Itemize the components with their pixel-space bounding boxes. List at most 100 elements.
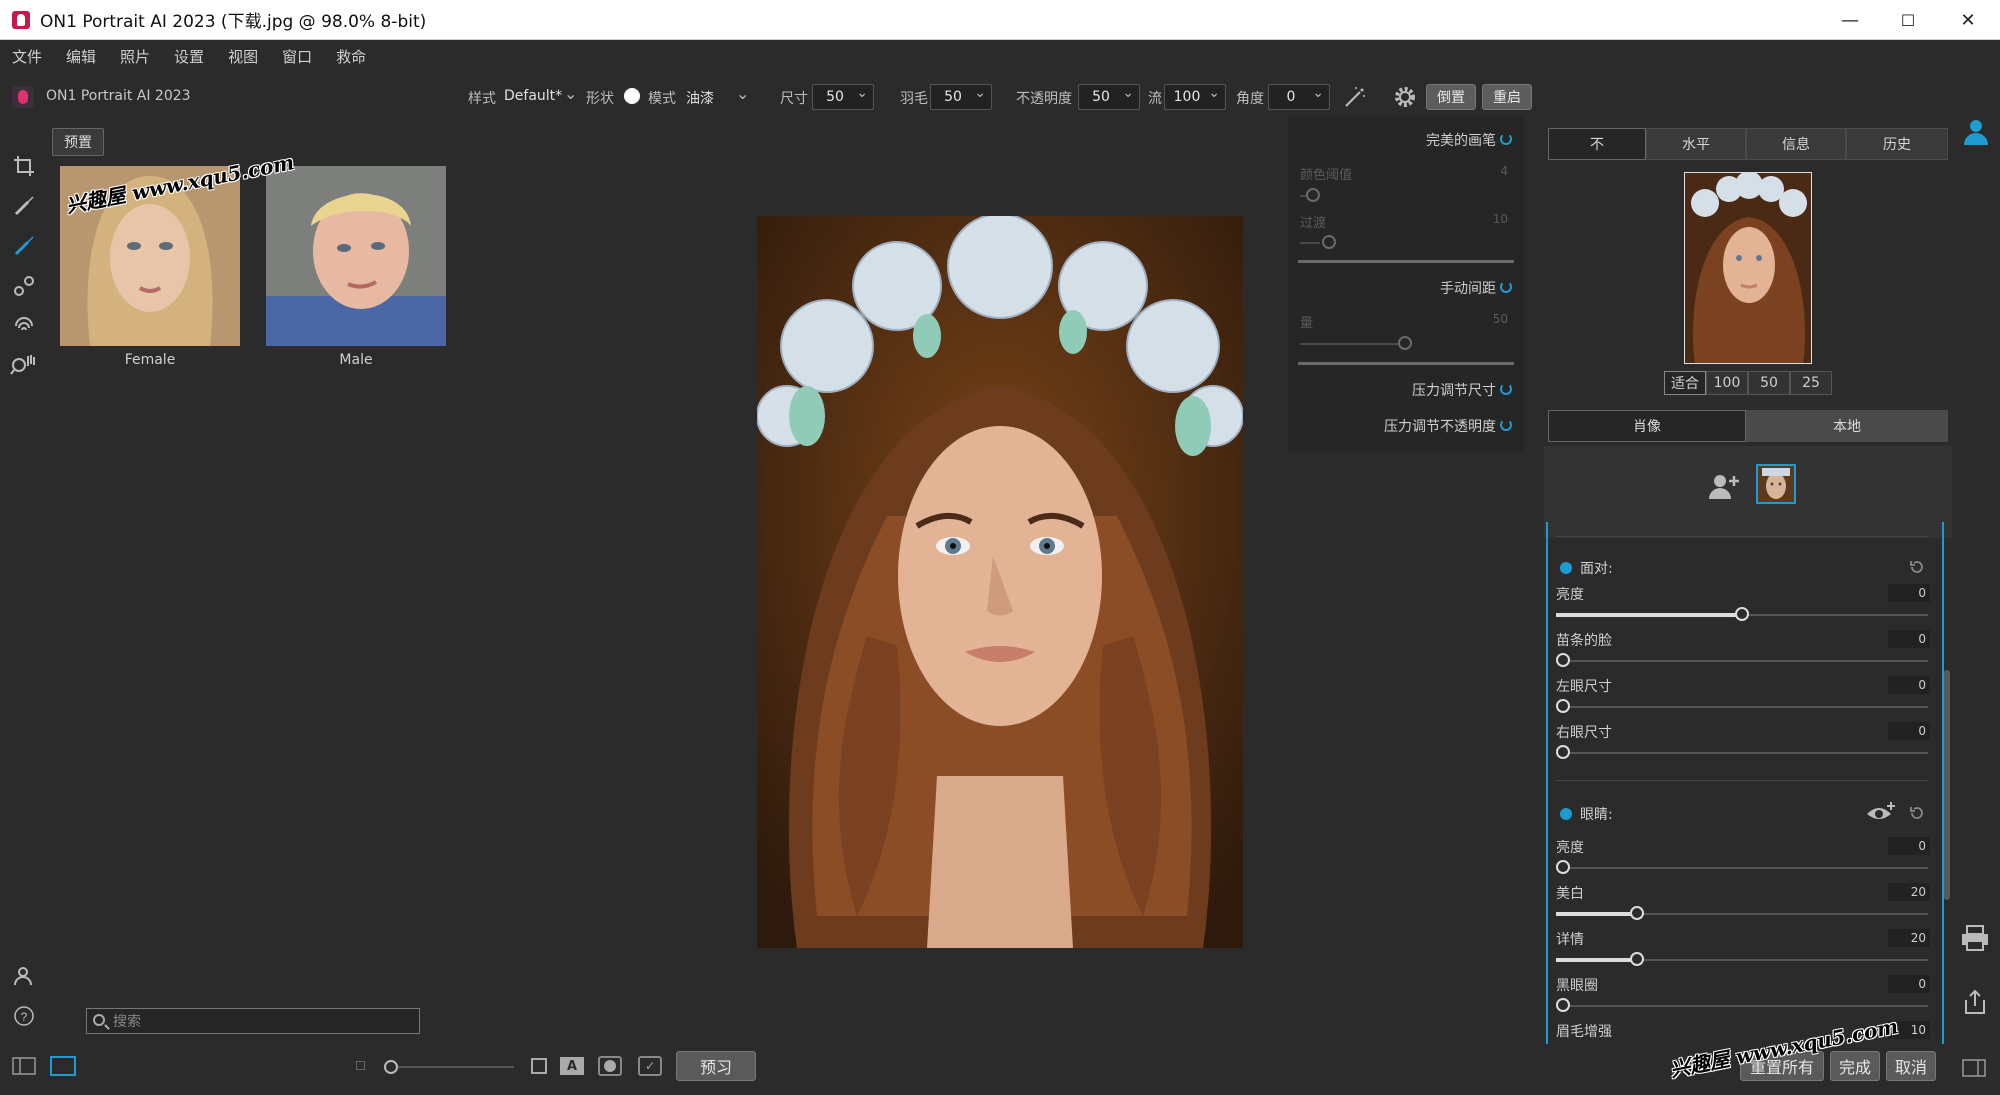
menu-edit[interactable]: 编辑 <box>66 46 96 67</box>
eyes-section-toggle-icon[interactable] <box>1560 808 1572 820</box>
close-button[interactable]: ✕ <box>1938 0 1998 40</box>
retouch-brush-icon[interactable] <box>10 192 38 220</box>
feather-input[interactable]: 50 <box>930 84 992 110</box>
detected-face-thumbnail[interactable] <box>1756 464 1796 504</box>
manual-spacing-toggle[interactable] <box>1500 281 1512 293</box>
face-reset-icon[interactable] <box>1908 558 1926 576</box>
menu-help[interactable]: 救命 <box>336 46 366 67</box>
menu-bar: 文件 编辑 照片 设置 视图 窗口 救命 <box>0 40 2000 72</box>
add-face-icon[interactable] <box>1708 472 1740 500</box>
slim-face-label: 苗条的脸 <box>1556 633 1612 649</box>
zoom-out-icon[interactable] <box>356 1061 365 1070</box>
crop-tool-icon[interactable] <box>10 152 38 180</box>
menu-file[interactable]: 文件 <box>12 46 42 67</box>
zoom-in-icon[interactable] <box>531 1058 547 1074</box>
zoom-fit-button[interactable]: 适合 <box>1664 371 1706 395</box>
opacity-input[interactable]: 50 <box>1078 84 1140 110</box>
pressure-size-toggle[interactable] <box>1500 383 1512 395</box>
mode-chevron-down-icon[interactable]: ⌄ <box>736 84 749 103</box>
zoom-100-button[interactable]: 100 <box>1706 371 1748 395</box>
tab-local[interactable]: 本地 <box>1746 410 1948 442</box>
gear-icon[interactable] <box>1392 84 1418 110</box>
eye-add-icon[interactable] <box>1866 800 1896 824</box>
toggle-right-panel-icon[interactable] <box>1962 1058 1986 1078</box>
right-eye-size-slider[interactable] <box>1556 745 1928 759</box>
left-eye-size-value[interactable]: 0 <box>1888 676 1930 694</box>
help-icon[interactable]: ? <box>10 1002 38 1030</box>
main-photo-canvas[interactable] <box>757 216 1243 948</box>
left-eye-size-slider[interactable] <box>1556 699 1928 713</box>
detail-value[interactable]: 20 <box>1888 929 1930 947</box>
brush-shape-circle-icon[interactable] <box>624 88 640 104</box>
zoom-25-button[interactable]: 25 <box>1790 371 1832 395</box>
zoom-slider[interactable] <box>384 1060 514 1074</box>
adjustments-scrollbar[interactable] <box>1944 670 1950 900</box>
done-button[interactable]: 完成 <box>1830 1051 1880 1081</box>
color-threshold-slider[interactable] <box>1306 188 1320 202</box>
eyes-section-header[interactable]: 眼睛: <box>1560 804 1613 824</box>
toggle-left-panel-icon[interactable] <box>12 1056 36 1076</box>
print-icon[interactable] <box>1960 924 1990 952</box>
style-chevron-down-icon[interactable]: ⌄ <box>564 84 577 103</box>
preset-thumbnail-male[interactable] <box>266 166 446 346</box>
flow-input[interactable]: 100 <box>1164 84 1226 110</box>
style-dropdown[interactable]: Default* <box>504 88 562 104</box>
maximize-button[interactable]: ☐ <box>1878 0 1938 40</box>
cancel-button[interactable]: 取消 <box>1886 1051 1936 1081</box>
fingerprint-icon[interactable] <box>10 310 38 338</box>
share-export-icon[interactable] <box>1962 988 1988 1016</box>
menu-window[interactable]: 窗口 <box>282 46 312 67</box>
mask-view-icon[interactable] <box>598 1056 622 1076</box>
amount-slider[interactable] <box>1398 336 1412 350</box>
tab-info[interactable]: 信息 <box>1746 128 1846 160</box>
eyes-reset-icon[interactable] <box>1908 804 1926 822</box>
portrait-brush-icon[interactable] <box>10 232 38 260</box>
navigator-thumbnail[interactable] <box>1684 172 1812 364</box>
tab-none[interactable]: 不 <box>1548 128 1646 160</box>
zoom-50-button[interactable]: 50 <box>1748 371 1790 395</box>
perfect-brush-toggle[interactable] <box>1500 133 1512 145</box>
zoom-pan-icon[interactable] <box>10 350 38 378</box>
face-section-toggle-icon[interactable] <box>1560 562 1572 574</box>
menu-photo[interactable]: 照片 <box>120 46 150 67</box>
compare-view-icon[interactable]: ✓ <box>638 1056 662 1076</box>
left-eye-size-label: 左眼尺寸 <box>1556 679 1612 695</box>
slim-face-slider[interactable] <box>1556 653 1928 667</box>
dark-circles-value[interactable]: 0 <box>1888 975 1930 993</box>
menu-settings[interactable]: 设置 <box>174 46 204 67</box>
invert-button[interactable]: 倒置 <box>1426 84 1476 110</box>
presets-tab[interactable]: 预置 <box>52 128 104 156</box>
tab-history[interactable]: 历史 <box>1846 128 1948 160</box>
single-view-icon[interactable] <box>50 1056 76 1076</box>
dark-circles-slider[interactable] <box>1556 998 1928 1012</box>
detail-slider[interactable] <box>1556 952 1928 966</box>
pressure-opacity-toggle[interactable] <box>1500 419 1512 431</box>
eye-brightness-slider[interactable] <box>1556 860 1928 874</box>
slim-face-value[interactable]: 0 <box>1888 630 1930 648</box>
mode-dropdown[interactable]: 油漆 <box>686 88 714 108</box>
face-brightness-slider[interactable] <box>1556 607 1928 621</box>
user-account-icon[interactable] <box>10 962 38 990</box>
size-input[interactable]: 50 <box>812 84 874 110</box>
preview-button[interactable]: 预习 <box>676 1051 756 1081</box>
color-threshold-label: 颜色阈值 <box>1300 168 1353 183</box>
whiten-value[interactable]: 20 <box>1888 883 1930 901</box>
minimize-button[interactable]: — <box>1820 0 1880 40</box>
menu-view[interactable]: 视图 <box>228 46 258 67</box>
tab-portrait[interactable]: 肖像 <box>1548 410 1746 442</box>
face-section-header[interactable]: 面对: <box>1560 558 1613 578</box>
angle-input[interactable]: 0 <box>1268 84 1330 110</box>
whiten-slider[interactable] <box>1556 906 1928 920</box>
transition-slider[interactable] <box>1322 235 1336 249</box>
portrait-person-icon[interactable] <box>1962 118 1990 146</box>
text-overlay-icon[interactable]: A <box>560 1057 584 1075</box>
eye-brightness-value[interactable]: 0 <box>1888 837 1930 855</box>
tab-levels[interactable]: 水平 <box>1646 128 1746 160</box>
preset-search-input[interactable]: 搜索 <box>86 1008 420 1034</box>
face-brightness-value[interactable]: 0 <box>1888 584 1930 602</box>
right-eye-size-value[interactable]: 0 <box>1888 722 1930 740</box>
reset-button[interactable]: 重启 <box>1482 84 1532 110</box>
eyebrow-enhance-label: 眉毛增强 <box>1556 1024 1612 1040</box>
magic-wand-icon[interactable] <box>1342 84 1368 110</box>
clone-stamp-icon[interactable] <box>10 272 38 300</box>
